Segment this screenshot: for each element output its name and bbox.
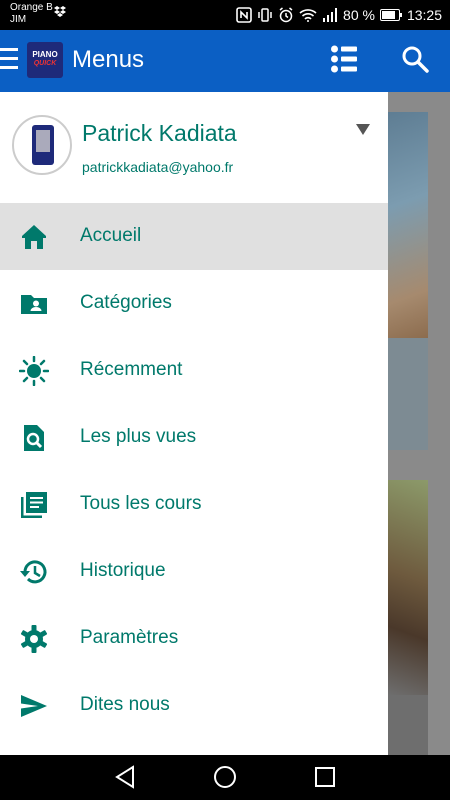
send-icon	[21, 695, 47, 717]
user-email: patrickkadiata@yahoo.fr	[82, 159, 234, 175]
menu-item-label: Les plus vues	[80, 426, 197, 447]
background-card	[388, 112, 428, 450]
menu-item-dites-nous[interactable]: Dites nous	[0, 672, 388, 739]
folder-account-icon	[21, 295, 47, 314]
list-view-icon[interactable]	[331, 45, 357, 73]
carrier-label: Orange B JIM	[10, 2, 53, 26]
battery-percent: 80 %	[343, 7, 375, 23]
system-navigation-bar	[0, 755, 450, 800]
search-icon[interactable]	[401, 45, 429, 73]
menu-item-historique[interactable]: Historique	[0, 538, 388, 605]
library-books-icon	[21, 492, 47, 518]
app-logo: PIANO QUICK	[27, 42, 63, 78]
app-bar: PIANO QUICK Menus	[0, 30, 450, 92]
dropbox-icon	[54, 6, 66, 17]
menu-item-accueil[interactable]: Accueil	[0, 203, 388, 270]
menu-item-label: Paramètres	[80, 627, 179, 648]
navigation-drawer: Patrick Kadiata patrickkadiata@yahoo.fr …	[0, 92, 388, 755]
menu-item-categories[interactable]: Catégories	[0, 270, 388, 337]
history-icon	[20, 560, 47, 584]
alarm-icon	[279, 7, 293, 23]
menu-item-label: Tous les cours	[80, 493, 202, 514]
page-title: Menus	[72, 46, 145, 73]
gear-icon	[20, 625, 48, 653]
home-icon	[22, 225, 46, 249]
recents-icon[interactable]	[314, 765, 336, 789]
menu-item-parametres[interactable]: Paramètres	[0, 605, 388, 672]
status-right: 80 % 13:25	[236, 0, 442, 30]
hamburger-menu-icon[interactable]	[0, 48, 18, 72]
vibrate-icon	[258, 8, 272, 22]
menu-item-label: Récemment	[80, 359, 183, 380]
menu-item-label: Catégories	[80, 292, 172, 313]
file-search-icon	[24, 425, 44, 451]
menu-item-recemment[interactable]: Récemment	[0, 337, 388, 404]
clock: 13:25	[406, 7, 442, 23]
nfc-icon	[236, 7, 252, 23]
sun-icon	[19, 356, 49, 386]
status-bar: Orange B JIM 80 % 13:25	[0, 0, 450, 30]
home-button-icon[interactable]	[213, 765, 237, 789]
user-name: Patrick Kadiata	[82, 120, 237, 146]
back-icon[interactable]	[114, 765, 136, 789]
profile-header: Patrick Kadiata patrickkadiata@yahoo.fr	[0, 92, 388, 202]
menu-item-label: Dites nous	[80, 694, 170, 715]
battery-icon	[379, 9, 402, 21]
menu-item-les-plus-vues[interactable]: Les plus vues	[0, 404, 388, 471]
carrier-sub: JIM	[10, 14, 27, 25]
background-card	[388, 480, 428, 755]
signal-icon	[323, 8, 338, 22]
avatar[interactable]	[12, 115, 72, 175]
wifi-icon	[299, 9, 317, 22]
carrier-name: Orange B	[10, 2, 53, 13]
account-dropdown-icon[interactable]	[356, 124, 370, 135]
menu-item-label: Historique	[80, 560, 166, 581]
menu-item-label: Accueil	[80, 225, 142, 246]
menu-item-tous-les-cours[interactable]: Tous les cours	[0, 471, 388, 538]
